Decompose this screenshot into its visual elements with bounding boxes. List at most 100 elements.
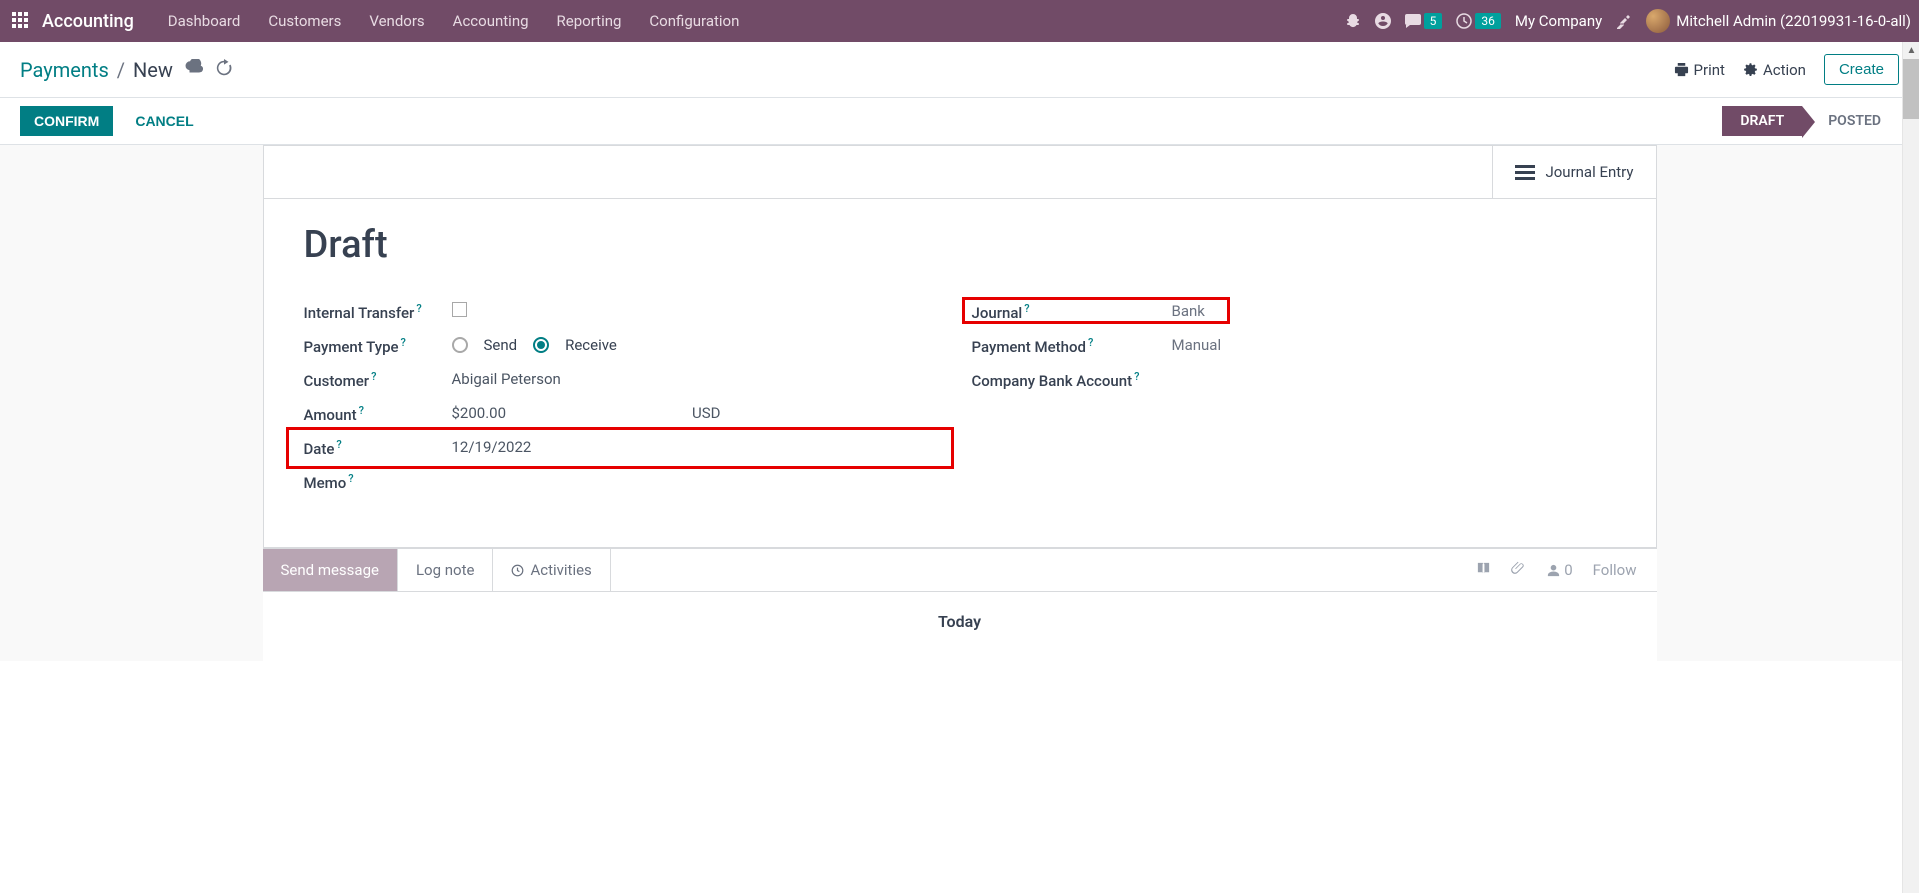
menu-vendors[interactable]: Vendors	[355, 2, 438, 40]
menu-customers[interactable]: Customers	[254, 2, 355, 40]
sheet-button-box: Journal Entry	[264, 146, 1656, 199]
row-company-bank: Company Bank Account?	[972, 363, 1616, 397]
follow-button[interactable]: Follow	[1593, 561, 1637, 579]
action-button[interactable]: Action	[1743, 61, 1806, 79]
tab-log-note[interactable]: Log note	[398, 549, 493, 591]
journal-field[interactable]: Bank	[1172, 302, 1616, 320]
messages-icon[interactable]: 5	[1405, 13, 1443, 29]
help-icon[interactable]: ?	[1024, 302, 1029, 315]
help-icon[interactable]: ?	[336, 438, 341, 451]
activities-icon[interactable]: 36	[1456, 13, 1501, 29]
row-customer: Customer? Abigail Peterson	[304, 363, 948, 397]
chatter-tabs: Send message Log note Activities 0 Follo…	[263, 548, 1657, 592]
payment-type-radio-group: Send Receive	[452, 336, 948, 354]
print-button[interactable]: Print	[1674, 61, 1725, 79]
chatter-today: Today	[263, 592, 1657, 661]
chatter: Send message Log note Activities 0 Follo…	[263, 548, 1657, 661]
internal-transfer-checkbox[interactable]	[452, 302, 467, 317]
form-col-right: Journal? Bank Payment Method? Manual Com…	[972, 295, 1616, 499]
followers-icon[interactable]: 0	[1546, 561, 1572, 579]
payment-method-field[interactable]: Manual	[1172, 336, 1616, 354]
row-amount: Amount? $200.00 USD	[304, 397, 948, 431]
label-company-bank: Company Bank Account?	[972, 370, 1172, 390]
messages-badge: 5	[1424, 13, 1443, 29]
navbar-right: 5 36 My Company Mitchell Admin (22019931…	[1345, 9, 1911, 33]
avatar	[1646, 9, 1670, 33]
debug-icon[interactable]	[1345, 13, 1361, 29]
menu-accounting[interactable]: Accounting	[439, 2, 543, 40]
create-button[interactable]: Create	[1824, 54, 1899, 85]
customer-field[interactable]: Abigail Peterson	[452, 370, 948, 388]
help-icon[interactable]: ?	[348, 472, 353, 485]
top-navbar: Accounting Dashboard Customers Vendors A…	[0, 0, 1919, 42]
discard-icon[interactable]	[215, 59, 233, 81]
menu-configuration[interactable]: Configuration	[635, 2, 753, 40]
scroll-up-icon[interactable]: ▲	[1903, 42, 1919, 59]
breadcrumb: Payments / New	[20, 58, 173, 82]
page-title: Draft	[304, 223, 1616, 267]
list-icon	[1515, 165, 1535, 180]
save-icon[interactable]	[185, 59, 203, 81]
help-icon[interactable]: ?	[1088, 336, 1093, 349]
radio-receive-label: Receive	[565, 336, 617, 354]
row-payment-type: Payment Type? Send Receive	[304, 329, 948, 363]
scroll-thumb[interactable]	[1903, 59, 1919, 119]
status-bar: Confirm Cancel Draft Posted	[0, 98, 1919, 145]
tab-activities[interactable]: Activities	[493, 549, 610, 591]
company-switcher[interactable]: My Company	[1515, 12, 1602, 30]
status-draft[interactable]: Draft	[1722, 106, 1802, 136]
status-steps: Draft Posted	[1722, 106, 1899, 136]
radio-send[interactable]	[452, 337, 468, 353]
help-icon[interactable]: ?	[401, 336, 406, 349]
sheet-body: Draft Internal Transfer? Payment Type? S…	[264, 199, 1656, 547]
label-payment-method: Payment Method?	[972, 336, 1172, 356]
label-payment-type: Payment Type?	[304, 336, 452, 356]
brand-name[interactable]: Accounting	[42, 11, 134, 32]
menu-reporting[interactable]: Reporting	[543, 2, 636, 40]
label-amount: Amount?	[304, 404, 452, 424]
book-icon[interactable]	[1476, 561, 1491, 580]
amount-field[interactable]: $200.00	[452, 404, 507, 422]
support-icon[interactable]	[1375, 13, 1391, 29]
form-columns: Internal Transfer? Payment Type? Send Re…	[304, 295, 1616, 499]
menu-dashboard[interactable]: Dashboard	[154, 2, 255, 40]
user-menu[interactable]: Mitchell Admin (22019931-16-0-all)	[1646, 9, 1911, 33]
label-journal: Journal?	[972, 302, 1172, 322]
help-icon[interactable]: ?	[371, 370, 376, 383]
currency-field[interactable]: USD	[692, 404, 720, 422]
user-name: Mitchell Admin (22019931-16-0-all)	[1676, 12, 1911, 30]
label-date: Date?	[304, 438, 452, 458]
breadcrumb-root[interactable]: Payments	[20, 58, 109, 82]
label-internal-transfer: Internal Transfer?	[304, 302, 452, 322]
tab-send-message[interactable]: Send message	[263, 549, 398, 591]
confirm-button[interactable]: Confirm	[20, 106, 113, 136]
form-sheet: Journal Entry Draft Internal Transfer? P…	[263, 145, 1657, 548]
row-memo: Memo?	[304, 465, 948, 499]
attachment-icon[interactable]	[1511, 561, 1526, 580]
form-col-left: Internal Transfer? Payment Type? Send Re…	[304, 295, 948, 499]
breadcrumb-current: New	[133, 58, 173, 82]
help-icon[interactable]: ?	[1134, 370, 1139, 383]
main-menu: Dashboard Customers Vendors Accounting R…	[154, 2, 754, 40]
main-area: Journal Entry Draft Internal Transfer? P…	[0, 145, 1919, 661]
label-customer: Customer?	[304, 370, 452, 390]
apps-icon[interactable]	[12, 12, 30, 30]
radio-send-label: Send	[484, 336, 518, 354]
radio-receive[interactable]	[533, 337, 549, 353]
row-journal: Journal? Bank	[972, 295, 1616, 329]
label-memo: Memo?	[304, 472, 452, 492]
date-field[interactable]: 12/19/2022	[452, 438, 948, 456]
row-date: Date? 12/19/2022	[304, 431, 948, 465]
vertical-scrollbar[interactable]: ▲	[1902, 42, 1919, 893]
row-internal-transfer: Internal Transfer?	[304, 295, 948, 329]
status-posted[interactable]: Posted	[1802, 106, 1899, 136]
control-bar: Payments / New Print Action Create	[0, 42, 1919, 98]
tools-icon[interactable]	[1616, 13, 1632, 29]
row-payment-method: Payment Method? Manual	[972, 329, 1616, 363]
journal-entry-button[interactable]: Journal Entry	[1492, 146, 1655, 198]
chatter-right: 0 Follow	[1476, 561, 1656, 580]
cancel-button[interactable]: Cancel	[121, 106, 207, 136]
control-actions: Print Action Create	[1674, 54, 1899, 85]
help-icon[interactable]: ?	[359, 404, 364, 417]
help-icon[interactable]: ?	[416, 302, 421, 315]
